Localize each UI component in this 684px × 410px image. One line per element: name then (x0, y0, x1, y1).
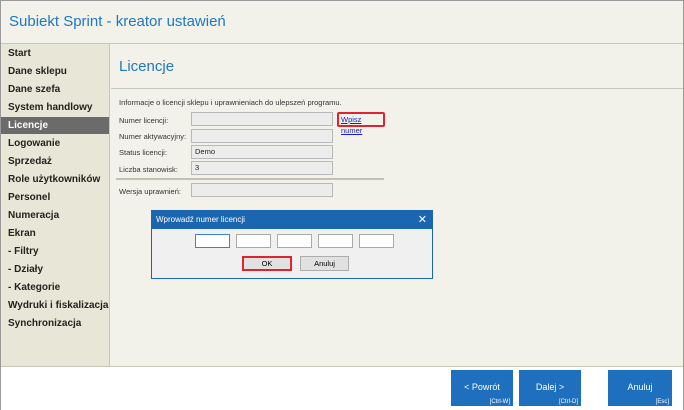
activation-number-field[interactable] (191, 129, 333, 143)
back-shortcut: [Ctrl-W] (489, 399, 510, 405)
sidebar-item-numeracja[interactable]: Numeracja (1, 207, 109, 224)
stations-label: Liczba stanowisk: (119, 165, 178, 174)
sidebar-item-start[interactable]: Start (1, 45, 109, 62)
cancel-label: Anuluj (627, 382, 653, 392)
page-title: Licencje (119, 58, 175, 75)
enter-number-link[interactable]: Wpisz numer (337, 112, 385, 135)
dialog-title: Wprowadź numer licencji (156, 215, 245, 224)
sidebar-item-dzialy[interactable]: - Działy (1, 261, 109, 278)
license-number-label: Numer licencji: (119, 116, 169, 125)
license-part-2-input[interactable] (236, 234, 271, 248)
sidebar-item-licencje[interactable]: Licencje (1, 117, 109, 134)
license-part-4-input[interactable] (318, 234, 353, 248)
divider (116, 178, 384, 180)
sidebar-item-synchronizacja[interactable]: Synchronizacja (1, 315, 109, 332)
sidebar-item-personel[interactable]: Personel (1, 189, 109, 206)
next-label: Dalej > (535, 382, 565, 392)
stations-field: 3 (191, 161, 333, 175)
footer: < Powrót [Ctrl-W] Dalej > [Ctrl-D] Anuluj [… (1, 366, 683, 410)
sidebar-item-logowanie[interactable]: Logowanie (1, 135, 109, 152)
sidebar: Start Dane sklepu Dane szefa System hand… (1, 44, 110, 366)
sidebar-item-system-handlowy[interactable]: System handlowy (1, 99, 109, 116)
back-button[interactable]: < Powrót [Ctrl-W] (451, 370, 513, 406)
license-part-1-input[interactable] (195, 234, 230, 248)
activation-number-label: Numer aktywacyjny: (119, 132, 187, 141)
dialog-titlebar: Wprowadź numer licencji ✕ (152, 211, 432, 229)
content: Licencje Informacje o licencji sklepu i … (111, 44, 683, 366)
sidebar-item-ekran[interactable]: Ekran (1, 225, 109, 242)
sidebar-item-sprzedaz[interactable]: Sprzedaż (1, 153, 109, 170)
divider (111, 88, 683, 89)
ok-button[interactable]: OK (242, 256, 292, 271)
version-label: Wersja uprawnień: (119, 187, 181, 196)
status-label: Status licencji: (119, 148, 167, 157)
license-number-field[interactable] (191, 112, 333, 126)
next-button[interactable]: Dalej > [Ctrl-D] (519, 370, 581, 406)
status-field: Demo (191, 145, 333, 159)
next-shortcut: [Ctrl-D] (559, 399, 578, 405)
sidebar-item-role[interactable]: Role użytkowników (1, 171, 109, 188)
dialog-cancel-button[interactable]: Anuluj (300, 256, 349, 271)
close-icon[interactable]: ✕ (418, 211, 427, 229)
cancel-shortcut: [Esc] (655, 399, 669, 405)
back-label: < Powrót (464, 382, 500, 392)
license-dialog: Wprowadź numer licencji ✕ OK Anuluj (151, 210, 433, 279)
sidebar-item-filtry[interactable]: - Filtry (1, 243, 109, 260)
license-part-5-input[interactable] (359, 234, 394, 248)
license-part-3-input[interactable] (277, 234, 312, 248)
version-field (191, 183, 333, 197)
header: Subiekt Sprint - kreator ustawień (1, 1, 683, 44)
window-title: Subiekt Sprint - kreator ustawień (9, 13, 226, 30)
info-text: Informacje o licencji sklepu i uprawnien… (119, 98, 342, 107)
sidebar-item-wydruki[interactable]: Wydruki i fiskalizacja (1, 297, 109, 314)
sidebar-item-kategorie[interactable]: - Kategorie (1, 279, 109, 296)
wizard-window: Subiekt Sprint - kreator ustawień Start … (0, 0, 684, 410)
cancel-button[interactable]: Anuluj [Esc] (608, 370, 672, 406)
sidebar-item-dane-szefa[interactable]: Dane szefa (1, 81, 109, 98)
sidebar-item-dane-sklepu[interactable]: Dane sklepu (1, 63, 109, 80)
